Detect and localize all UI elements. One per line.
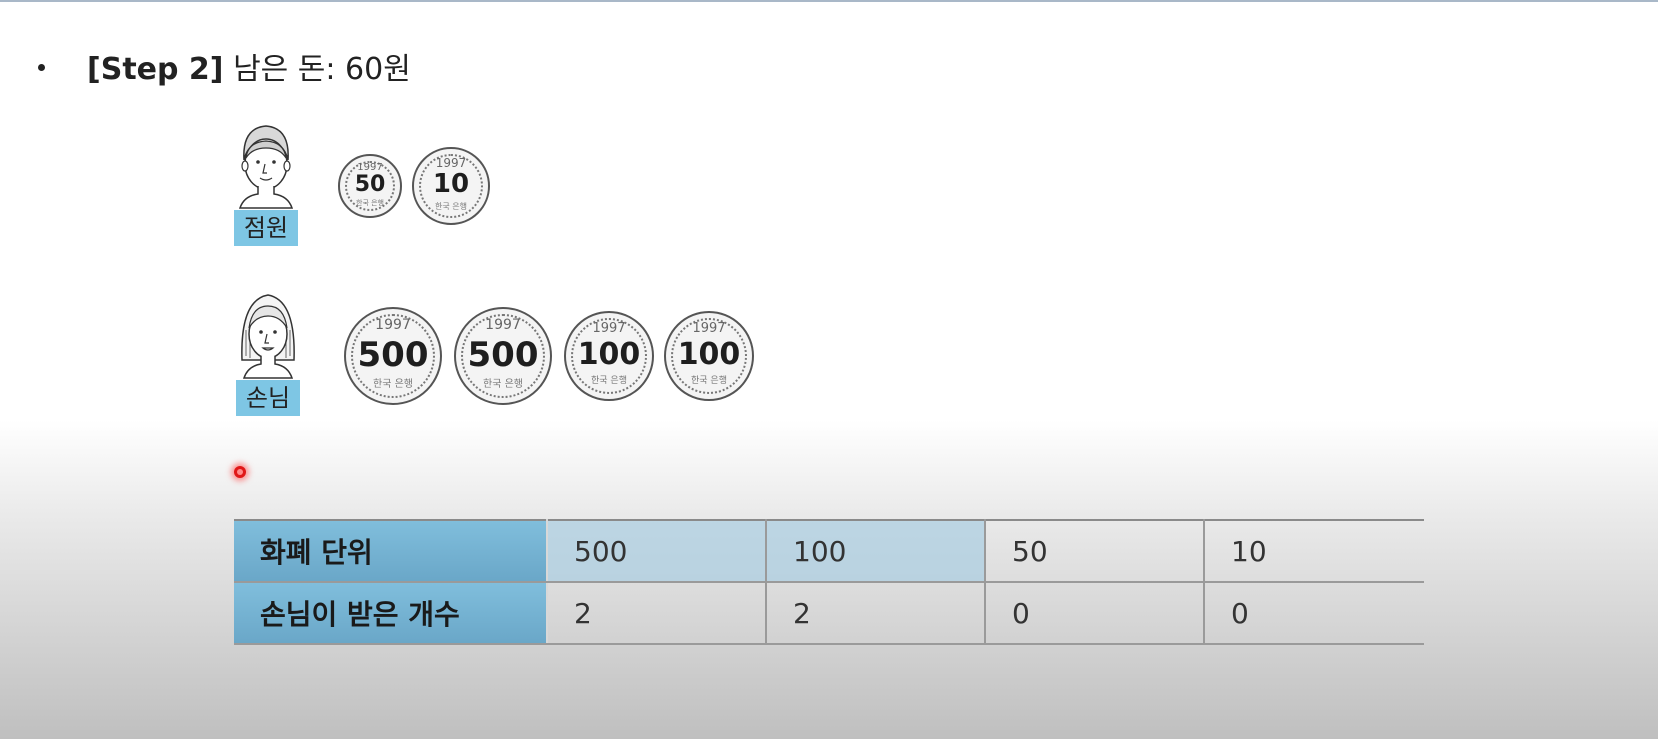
clerk-label: 점원 bbox=[234, 210, 298, 246]
coin-10: 1997 10 한국 은행 bbox=[412, 147, 490, 225]
count-cell: 0 bbox=[984, 581, 1205, 645]
coin-100: 1997 100 한국 은행 bbox=[564, 311, 654, 401]
count-cell: 2 bbox=[546, 581, 767, 645]
step-label: [Step 2] bbox=[87, 52, 224, 87]
table-row: 화폐 단위 500 100 50 10 bbox=[234, 519, 1424, 583]
coin-500: 1997 500 한국 은행 bbox=[344, 307, 442, 405]
top-divider bbox=[0, 0, 1658, 2]
coin-100: 1997 100 한국 은행 bbox=[664, 311, 754, 401]
laser-pointer-icon bbox=[234, 466, 246, 478]
step-heading: [Step 2] 남은 돈: 60원 bbox=[38, 44, 411, 88]
unit-cell: 500 bbox=[546, 519, 767, 583]
clerk-figure: 점원 bbox=[234, 120, 298, 250]
bullet-icon bbox=[38, 64, 45, 71]
remaining-money-text: 남은 돈: 60원 bbox=[233, 52, 411, 87]
count-cell: 0 bbox=[1203, 581, 1424, 645]
customer-avatar-icon bbox=[241, 294, 295, 379]
count-cell: 2 bbox=[765, 581, 986, 645]
coin-50: 1997 50 한국 은행 bbox=[338, 154, 402, 218]
clerk-avatar-icon bbox=[238, 125, 294, 209]
coin-500: 1997 500 한국 은행 bbox=[454, 307, 552, 405]
unit-cell: 10 bbox=[1203, 519, 1424, 583]
coin-count-table: 화폐 단위 500 100 50 10 손님이 받은 개수 2 2 0 0 bbox=[234, 519, 1424, 645]
customer-figure: 손님 bbox=[236, 290, 300, 420]
table-row: 손님이 받은 개수 2 2 0 0 bbox=[234, 581, 1424, 645]
unit-cell: 50 bbox=[984, 519, 1205, 583]
unit-cell: 100 bbox=[765, 519, 986, 583]
customer-label: 손님 bbox=[236, 380, 300, 416]
count-row-header: 손님이 받은 개수 bbox=[234, 581, 548, 645]
unit-row-header: 화폐 단위 bbox=[234, 519, 548, 583]
